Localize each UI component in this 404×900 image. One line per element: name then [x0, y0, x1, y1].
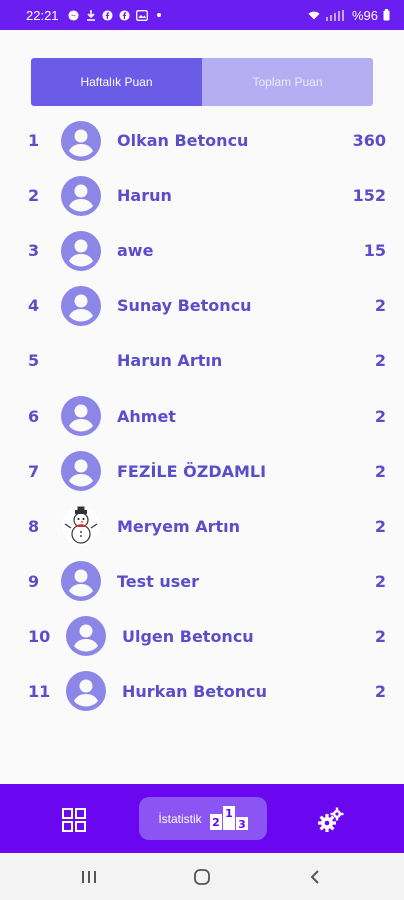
person-avatar-icon	[61, 561, 101, 602]
score-tabs: Haftalık Puan Toplam Puan	[31, 58, 373, 106]
leaderboard-row[interactable]: 9 Test user 2	[0, 554, 404, 609]
rank-number: 4	[28, 296, 40, 316]
person-avatar-icon	[61, 285, 101, 326]
person-avatar-icon	[61, 230, 101, 271]
player-score: 15	[363, 241, 386, 261]
grid-icon[interactable]	[60, 806, 88, 834]
person-avatar-icon	[66, 616, 106, 657]
avatar-photo	[61, 506, 101, 546]
person-avatar-icon	[61, 396, 101, 437]
messenger-icon	[68, 9, 80, 21]
player-name: FEZİLE ÖZDAMLI	[117, 461, 267, 481]
tab-total-score[interactable]: Toplam Puan	[202, 58, 373, 106]
battery-percent: %96	[351, 7, 378, 23]
player-name: awe	[117, 241, 154, 261]
player-score: 2	[374, 681, 386, 701]
podium-1: 1	[225, 807, 233, 820]
rank-number: 6	[28, 406, 40, 426]
facebook-icon	[102, 9, 114, 21]
rank-number: 10	[28, 626, 51, 646]
leaderboard-row[interactable]: 5 Harun Artın 2	[0, 333, 404, 388]
leaderboard-row[interactable]: 7 FEZİLE ÖZDAMLI 2	[0, 444, 404, 499]
podium-icon: 2 1 3	[209, 804, 248, 833]
player-name: Sunay Betoncu	[117, 296, 252, 316]
more-dot-icon	[153, 9, 165, 21]
home-icon[interactable]	[192, 867, 212, 887]
player-score: 2	[374, 571, 386, 591]
rank-number: 1	[28, 131, 40, 151]
rank-number: 9	[28, 571, 40, 591]
rank-number: 5	[28, 351, 40, 371]
statistics-button[interactable]: İstatistik 2 1 3	[139, 797, 267, 840]
player-name: Hurkan Betoncu	[122, 681, 268, 701]
player-name: Ulgen Betoncu	[122, 626, 254, 646]
player-score: 2	[374, 296, 386, 316]
rank-number: 3	[28, 241, 40, 261]
player-score: 152	[352, 186, 386, 206]
facebook-icon-2	[119, 9, 131, 21]
person-avatar-icon	[66, 671, 106, 712]
person-avatar-icon	[61, 175, 101, 216]
podium-2: 2	[212, 816, 220, 829]
statistics-label: İstatistik	[158, 811, 202, 826]
person-avatar-icon	[61, 451, 101, 492]
status-time: 22:21	[26, 7, 59, 23]
rank-number: 7	[28, 461, 40, 481]
leaderboard-row[interactable]: 11 Hurkan Betoncu 2	[0, 664, 404, 719]
status-left: 22:21	[26, 8, 165, 23]
download-icon	[85, 9, 97, 21]
leaderboard-row[interactable]: 6 Ahmet 2	[0, 388, 404, 443]
leaderboard-list: 1 Olkan Betoncu 360 2 Harun 152 3 awe 15 4 Sunay B…	[0, 113, 404, 719]
status-bar: 22:21 %96	[0, 0, 404, 30]
player-score: 2	[374, 461, 386, 481]
leaderboard-row[interactable]: 3 awe 15	[0, 223, 404, 278]
wifi-icon	[308, 9, 320, 21]
player-score: 2	[374, 351, 386, 371]
player-name: Test user	[117, 571, 200, 591]
leaderboard-row[interactable]: 2 Harun 152	[0, 168, 404, 223]
recent-apps-icon[interactable]	[79, 867, 99, 887]
player-name: Meryem Artın	[117, 516, 240, 536]
settings-gears-icon[interactable]	[317, 806, 345, 834]
rank-number: 2	[28, 186, 40, 206]
player-name: Ahmet	[117, 406, 176, 426]
system-nav-bar	[0, 853, 404, 900]
signal-icon	[324, 9, 348, 21]
bottom-nav: İstatistik 2 1 3	[0, 784, 404, 853]
player-name: Harun	[117, 186, 172, 206]
tab-total-label: Toplam Puan	[252, 75, 323, 89]
back-icon[interactable]	[305, 867, 325, 887]
battery-icon	[382, 9, 390, 21]
rank-number: 11	[28, 681, 51, 701]
leaderboard-row[interactable]: 1 Olkan Betoncu 360	[0, 113, 404, 168]
status-right: %96	[308, 8, 390, 23]
player-name: Olkan Betoncu	[117, 131, 249, 151]
player-name: Harun Artın	[117, 351, 223, 371]
player-score: 360	[352, 131, 386, 151]
leaderboard-row[interactable]: 8 Meryem Artın 2	[0, 499, 404, 554]
tab-weekly-score[interactable]: Haftalık Puan	[31, 58, 202, 106]
leaderboard-row[interactable]: 10 Ulgen Betoncu 2	[0, 609, 404, 664]
player-score: 2	[374, 626, 386, 646]
person-avatar-icon	[61, 120, 101, 161]
gallery-icon	[135, 9, 148, 21]
podium-3: 3	[238, 818, 246, 830]
leaderboard-row[interactable]: 4 Sunay Betoncu 2	[0, 278, 404, 333]
rank-number: 8	[28, 516, 40, 536]
tab-weekly-label: Haftalık Puan	[80, 75, 153, 89]
player-score: 2	[374, 516, 386, 536]
player-score: 2	[374, 406, 386, 426]
